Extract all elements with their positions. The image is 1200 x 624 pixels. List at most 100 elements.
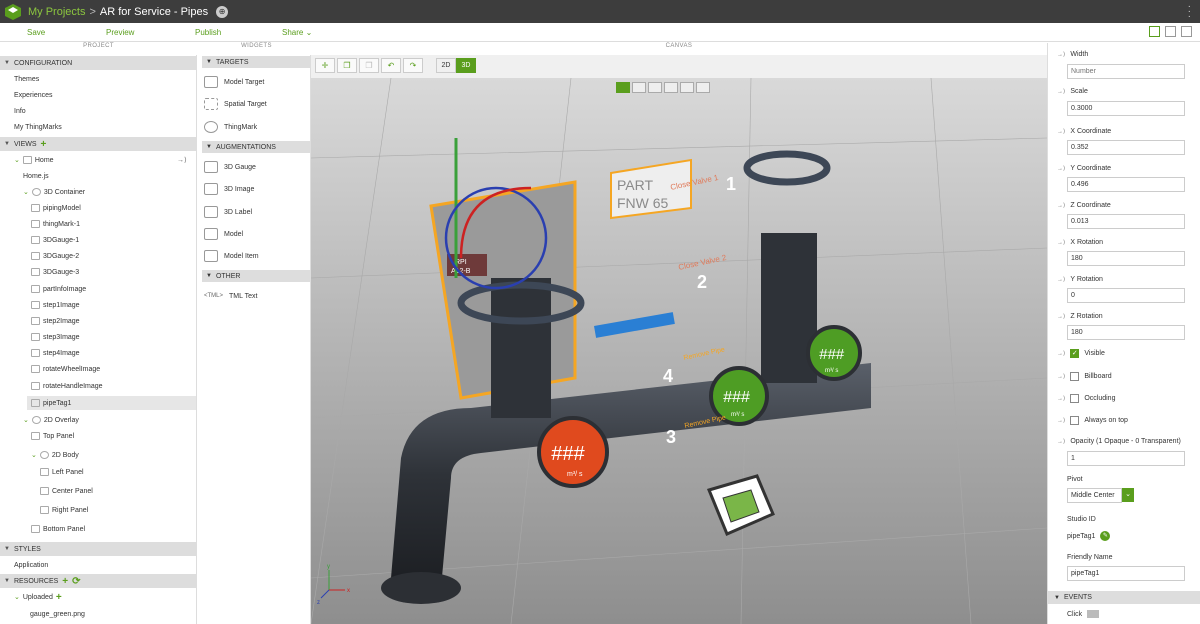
zoom-select-icon[interactable] (664, 82, 678, 93)
prop-x-coordinate-input[interactable]: 0.352 (1067, 140, 1185, 155)
chevron-down-icon[interactable]: ⌄ (31, 451, 37, 459)
tree-item-home-js[interactable]: Home.js (23, 169, 49, 183)
widget-model[interactable]: Model (204, 225, 243, 243)
prop-pivot-select[interactable]: Middle Center (1067, 488, 1122, 503)
prop-width-input[interactable] (1067, 64, 1185, 79)
tree-item-thingmark-1[interactable]: thingMark-1 (31, 217, 80, 231)
scene-3d-viewport[interactable]: PART FNW 65 RPI A12-B ### m³/ s ### m³/ … (311, 78, 1047, 624)
add-upload-icon[interactable]: + (56, 592, 62, 603)
tree-item-step2-image[interactable]: step2Image (31, 314, 80, 328)
widget-tml-text[interactable]: <TML> TML Text (204, 287, 257, 305)
tree-item-piping-model[interactable]: pipingModel (31, 201, 81, 215)
tree-item-uploaded[interactable]: ⌄ Uploaded + (14, 590, 62, 604)
config-item-info[interactable]: Info (14, 104, 26, 118)
tree-item-2d-overlay[interactable]: ⌄ 2D Overlay (23, 413, 79, 427)
bind-arrow-icon[interactable]: →⟩ (1057, 202, 1065, 209)
widget-thingmark[interactable]: ThingMark (204, 118, 257, 136)
copy-icon[interactable]: ❐ (337, 58, 357, 73)
add-resource-icon[interactable]: + (62, 576, 68, 587)
chevron-down-icon[interactable]: ⌄ (23, 188, 29, 196)
breadcrumb-my-projects[interactable]: My Projects (28, 6, 85, 18)
event-click-row[interactable]: Click (1067, 610, 1100, 618)
bind-arrow-icon[interactable]: →⟩ (1057, 313, 1065, 320)
billboard-checkbox[interactable] (1070, 372, 1080, 381)
chevron-down-icon[interactable]: ⌄ (14, 156, 20, 164)
tree-item-3dgauge-2[interactable]: 3DGauge-2 (31, 249, 79, 263)
tree-item-pipe-tag1[interactable]: pipeTag1 (27, 396, 196, 410)
tree-item-center-panel[interactable]: Center Panel (40, 484, 93, 498)
config-item-thingmarks[interactable]: My ThingMarks (14, 120, 62, 134)
zoom-fit-icon[interactable] (648, 82, 662, 93)
widgets-section-targets[interactable]: ▼ TARGETS (202, 56, 310, 68)
prop-opacity-input[interactable]: 1 (1067, 451, 1185, 466)
share-button[interactable]: Share ⌄ (282, 28, 312, 37)
tree-item-top-panel[interactable]: Top Panel (31, 429, 74, 443)
tree-item-rotate-wheel-image[interactable]: rotateWheelImage (31, 362, 100, 376)
resource-file-gauge-green[interactable]: gauge_green.png (30, 607, 85, 621)
bind-arrow-icon[interactable]: →⟩ (1057, 128, 1065, 135)
tree-item-home[interactable]: ⌄ Home (14, 153, 54, 167)
cube-view-icon[interactable] (616, 82, 630, 93)
refresh-icon[interactable]: ⟳ (72, 576, 80, 587)
prop-y-rotation-input[interactable]: 0 (1067, 288, 1185, 303)
widgets-section-other[interactable]: ▼ OTHER (202, 270, 310, 282)
tree-item-step1-image[interactable]: step1Image (31, 298, 80, 312)
tree-item-3d-container[interactable]: ⌄ 3D Container (23, 185, 85, 199)
widget-3d-gauge[interactable]: 3D Gauge (204, 158, 256, 176)
event-js-icon[interactable] (1087, 610, 1100, 618)
config-item-experiences[interactable]: Experiences (14, 88, 53, 102)
redo-icon[interactable]: ↷ (403, 58, 423, 73)
tree-item-part-info-image[interactable]: partInfoImage (31, 282, 86, 296)
occluding-checkbox[interactable] (1070, 394, 1080, 403)
section-views[interactable]: ▼ VIEWS + (0, 137, 196, 151)
visible-checkbox[interactable]: ✓ (1070, 349, 1080, 358)
tree-item-2d-body[interactable]: ⌄ 2D Body (31, 448, 79, 462)
bind-arrow-icon[interactable]: →⟩ (1057, 239, 1065, 246)
events-section[interactable]: ▼ EVENTS (1048, 591, 1200, 604)
prop-y-coordinate-input[interactable]: 0.496 (1067, 177, 1185, 192)
tree-item-rotate-handle-image[interactable]: rotateHandleImage (31, 379, 103, 393)
hide-icon[interactable] (680, 82, 694, 93)
layout-bottom-icon[interactable] (1165, 26, 1176, 37)
layout-left-icon[interactable] (1149, 26, 1160, 37)
undo-icon[interactable]: ↶ (381, 58, 401, 73)
section-resources[interactable]: ▼ RESOURCES + ⟳ (0, 574, 196, 588)
chevron-down-icon[interactable]: ⌄ (14, 593, 20, 601)
prop-z-coordinate-input[interactable]: 0.013 (1067, 214, 1185, 229)
widget-3d-label[interactable]: 3D Label (204, 203, 252, 221)
preview-button[interactable]: Preview (106, 28, 134, 37)
tree-item-step3-image[interactable]: step3Image (31, 330, 80, 344)
layout-right-icon[interactable] (1181, 26, 1192, 37)
config-item-themes[interactable]: Themes (14, 72, 39, 86)
bind-arrow-icon[interactable]: →⟩ (1057, 276, 1065, 283)
bind-arrow-icon[interactable]: →⟩ (1057, 165, 1065, 172)
widgets-section-augmentations[interactable]: ▼ AUGMENTATIONS (202, 141, 310, 153)
tree-item-right-panel[interactable]: Right Panel (40, 503, 88, 517)
bind-arrow-icon[interactable]: →⟩ (1057, 88, 1065, 95)
always-on-top-checkbox[interactable] (1070, 416, 1080, 425)
bind-arrow-icon[interactable]: →⟩ (1057, 51, 1065, 58)
widget-spatial-target[interactable]: Spatial Target (204, 95, 267, 113)
tree-item-step4-image[interactable]: step4Image (31, 346, 80, 360)
move-icon[interactable]: ✛ (315, 58, 335, 73)
bind-arrow-icon[interactable]: →⟩ (1057, 350, 1065, 357)
chevron-down-icon[interactable]: ⌄ (23, 416, 29, 424)
frame-icon[interactable] (632, 82, 646, 93)
add-view-icon[interactable]: + (41, 139, 47, 150)
pencil-icon[interactable]: ✎ (1100, 531, 1111, 541)
navigate-icon[interactable]: →⟩ (177, 153, 187, 167)
save-button[interactable]: Save (27, 28, 45, 37)
globe-icon[interactable]: ⊕ (216, 5, 229, 18)
prop-scale-input[interactable]: 0.3000 (1067, 101, 1185, 116)
widget-model-item[interactable]: Model Item (204, 247, 259, 265)
bind-arrow-icon[interactable]: →⟩ (1057, 438, 1065, 445)
widget-model-target[interactable]: Model Target (204, 73, 264, 91)
kebab-menu-icon[interactable]: · · · (1188, 2, 1191, 22)
styles-item-application[interactable]: Application (14, 558, 48, 572)
tree-item-3dgauge-3[interactable]: 3DGauge-3 (31, 265, 79, 279)
bind-arrow-icon[interactable]: →⟩ (1057, 417, 1065, 424)
view-2d-button[interactable]: 2D (436, 58, 456, 73)
prop-x-rotation-input[interactable]: 180 (1067, 251, 1185, 266)
bind-arrow-icon[interactable]: →⟩ (1057, 395, 1065, 402)
widget-3d-image[interactable]: 3D Image (204, 180, 254, 198)
